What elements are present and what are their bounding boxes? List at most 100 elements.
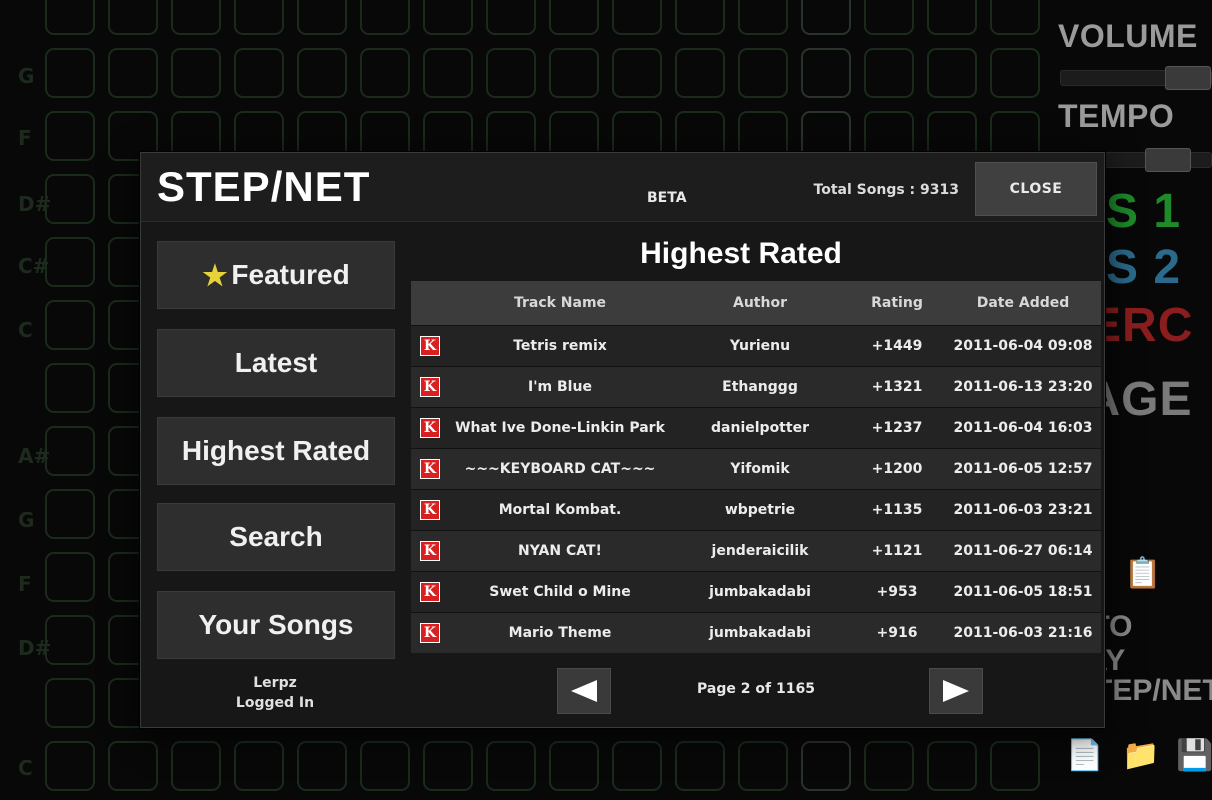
grid-cell[interactable] — [990, 0, 1040, 35]
grid-cell[interactable] — [171, 48, 221, 98]
grid-cell[interactable] — [927, 741, 977, 791]
grid-cell[interactable] — [801, 741, 851, 791]
track-date: 2011-06-03 21:16 — [953, 625, 1093, 641]
track-date: 2011-06-05 12:57 — [953, 461, 1093, 477]
table-row[interactable]: K What Ive Done-Linkin Park danielpotter… — [411, 407, 1101, 448]
grid-cell[interactable] — [171, 0, 221, 35]
new-file-icon[interactable]: 📄 — [1066, 738, 1103, 773]
col-date-added[interactable]: Date Added — [945, 295, 1101, 311]
clipboard-icon[interactable]: 📋 — [1124, 556, 1161, 591]
grid-cell[interactable] — [45, 363, 95, 413]
grid-cell[interactable] — [864, 0, 914, 35]
grid-cell[interactable] — [486, 0, 536, 35]
grid-cell[interactable] — [45, 741, 95, 791]
grid-cell[interactable] — [45, 426, 95, 476]
grid-cell[interactable] — [297, 741, 347, 791]
grid-cell[interactable] — [801, 48, 851, 98]
table-row[interactable]: K Swet Child o Mine jumbakadabi +953 201… — [411, 571, 1101, 612]
grid-cell[interactable] — [234, 48, 284, 98]
grid-cell[interactable] — [927, 0, 977, 35]
beta-label: BETA — [647, 190, 687, 206]
grid-cell[interactable] — [45, 300, 95, 350]
col-track-name[interactable]: Track Name — [449, 295, 671, 311]
grid-cell[interactable] — [45, 48, 95, 98]
grid-cell[interactable] — [738, 741, 788, 791]
table-header: Track Name Author Rating Date Added — [411, 281, 1101, 325]
your-songs-button[interactable]: Your Songs — [157, 591, 395, 659]
grid-cell[interactable] — [801, 0, 851, 35]
grid-cell[interactable] — [423, 0, 473, 35]
grid-cell[interactable] — [45, 615, 95, 665]
latest-button[interactable]: Latest — [157, 329, 395, 397]
grid-cell[interactable] — [171, 741, 221, 791]
grid-cell[interactable] — [45, 552, 95, 602]
open-folder-icon[interactable]: 📁 — [1122, 738, 1159, 773]
grid-cell[interactable] — [45, 489, 95, 539]
grid-cell[interactable] — [108, 741, 158, 791]
total-songs: Total Songs : 9313 — [813, 182, 959, 198]
section-title: Highest Rated — [640, 237, 842, 270]
grid-cell[interactable] — [549, 48, 599, 98]
volume-slider[interactable] — [1060, 66, 1212, 90]
grid-cell[interactable] — [549, 0, 599, 35]
grid-cell[interactable] — [675, 0, 725, 35]
grid-cell[interactable] — [360, 48, 410, 98]
grid-cell[interactable] — [297, 48, 347, 98]
grid-cell[interactable] — [360, 0, 410, 35]
grid-cell[interactable] — [234, 741, 284, 791]
grid-cell[interactable] — [549, 741, 599, 791]
grid-cell[interactable] — [423, 48, 473, 98]
stepnet-dialog: STEP/NET BETA Total Songs : 9313 CLOSE ★… — [140, 152, 1105, 728]
grid-cell[interactable] — [927, 48, 977, 98]
grid-cell[interactable] — [612, 0, 662, 35]
table-row[interactable]: K ~~~KEYBOARD CAT~~~ Yifomik +1200 2011-… — [411, 448, 1101, 489]
next-page-button[interactable] — [929, 668, 983, 714]
col-author[interactable]: Author — [671, 295, 849, 311]
featured-button[interactable]: ★ Featured — [157, 241, 395, 309]
grid-cell[interactable] — [45, 111, 95, 161]
table-row[interactable]: K Mortal Kombat. wbpetrie +1135 2011-06-… — [411, 489, 1101, 530]
star-icon: ★ — [202, 259, 228, 291]
grid-cell[interactable] — [297, 0, 347, 35]
grid-cell[interactable] — [990, 741, 1040, 791]
track-name: NYAN CAT! — [518, 543, 602, 559]
table-row[interactable]: K NYAN CAT! jenderaicilik +1121 2011-06-… — [411, 530, 1101, 571]
prev-page-button[interactable] — [557, 668, 611, 714]
track-author: jumbakadabi — [709, 625, 811, 641]
track-name: I'm Blue — [528, 379, 592, 395]
table-row[interactable]: K I'm Blue Ethanggg +1321 2011-06-13 23:… — [411, 366, 1101, 407]
grid-cell[interactable] — [108, 0, 158, 35]
highest-rated-button[interactable]: Highest Rated — [157, 417, 395, 485]
grid-cell[interactable] — [108, 48, 158, 98]
grid-cell[interactable] — [45, 237, 95, 287]
table-row[interactable]: K Mario Theme jumbakadabi +916 2011-06-0… — [411, 612, 1101, 653]
volume-label: VOLUME — [1058, 18, 1198, 54]
grid-cell[interactable] — [738, 0, 788, 35]
grid-cell[interactable] — [675, 741, 725, 791]
search-button[interactable]: Search — [157, 503, 395, 571]
track-date: 2011-06-04 09:08 — [953, 338, 1093, 354]
stepnet-logo: STEP/NET — [157, 163, 371, 210]
grid-cell[interactable] — [234, 0, 284, 35]
grid-cell[interactable] — [45, 174, 95, 224]
grid-cell[interactable] — [423, 741, 473, 791]
grid-cell[interactable] — [486, 741, 536, 791]
grid-cell[interactable] — [864, 741, 914, 791]
grid-cell[interactable] — [45, 0, 95, 35]
grid-cell[interactable] — [990, 48, 1040, 98]
grid-cell[interactable] — [486, 48, 536, 98]
grid-cell[interactable] — [675, 48, 725, 98]
grid-cell[interactable] — [612, 741, 662, 791]
grid-cell[interactable] — [738, 48, 788, 98]
col-rating[interactable]: Rating — [849, 295, 945, 311]
track-author: jumbakadabi — [709, 584, 811, 600]
volume-slider-handle[interactable] — [1165, 66, 1211, 90]
save-icon[interactable]: 💾 — [1176, 738, 1212, 773]
grid-cell[interactable] — [864, 48, 914, 98]
grid-cell[interactable] — [45, 678, 95, 728]
tempo-slider-handle[interactable] — [1145, 148, 1191, 172]
grid-cell[interactable] — [612, 48, 662, 98]
close-button[interactable]: CLOSE — [975, 162, 1097, 216]
grid-cell[interactable] — [360, 741, 410, 791]
table-row[interactable]: K Tetris remix Yurienu +1449 2011-06-04 … — [411, 325, 1101, 366]
